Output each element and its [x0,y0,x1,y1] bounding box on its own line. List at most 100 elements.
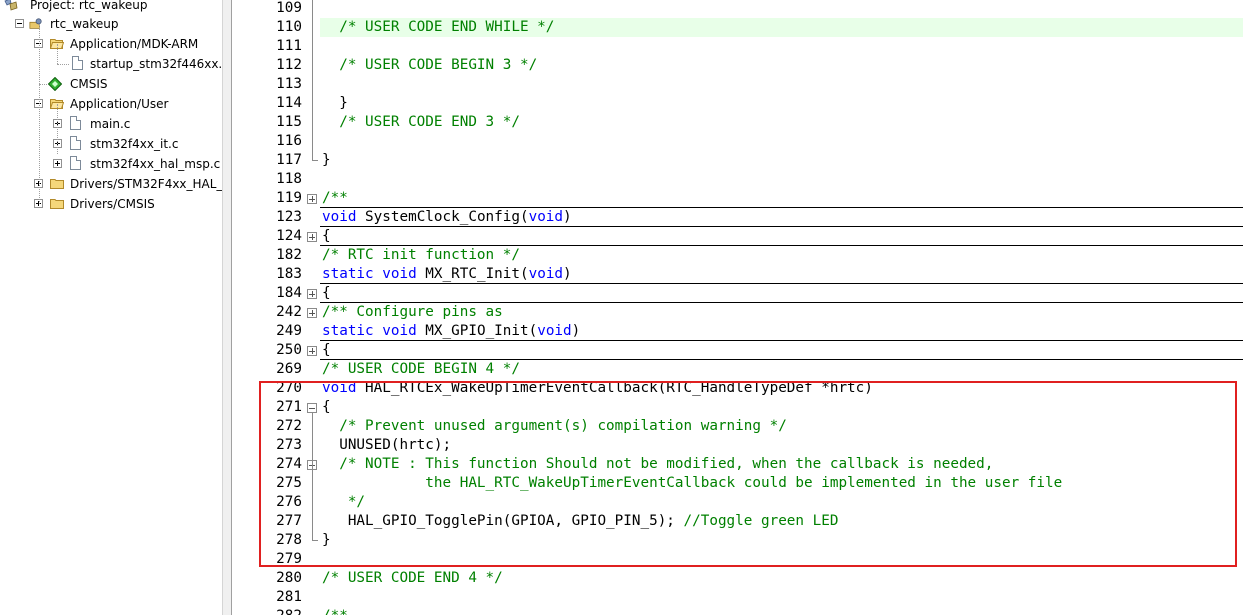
fold-collapse-icon[interactable] [307,403,317,413]
line-number: 282 [232,607,302,615]
expand-icon[interactable] [53,159,62,168]
tree-group-mdk-arm[interactable]: Application/MDK-ARM [0,34,220,54]
code-line[interactable]: 273 UNUSED(hrtc); [232,436,1243,455]
tree-target-label: rtc_wakeup [50,17,119,31]
code-line[interactable]: 274 /* NOTE : This function Should not b… [232,455,1243,474]
line-number: 123 [276,209,302,225]
tree-file-main[interactable]: main.c [0,114,220,134]
code-line[interactable]: 282 /** [232,607,1243,615]
fold-end-tick [312,160,318,161]
code-line[interactable]: 242 /** Configure pins as [232,303,1243,322]
code-line[interactable]: 119 /** [232,189,1243,208]
code-line[interactable]: 123 void SystemClock_Config(void) [232,208,1243,227]
line-number: 271 [276,399,302,415]
code-line[interactable]: 280 /* USER CODE END 4 */ [232,569,1243,588]
file-icon [70,156,81,170]
tree-root[interactable]: Project: rtc_wakeup [4,0,219,15]
line-number: 273 [276,437,302,453]
code-text: } [322,152,331,168]
tree-group-drivers-cmsis[interactable]: Drivers/CMSIS [0,194,220,214]
line-number: 116 [276,133,302,149]
code-line[interactable]: 272 /* Prevent unused argument(s) compil… [232,417,1243,436]
code-line[interactable]: 109 [232,0,1243,18]
code-line[interactable]: 183 static void MX_RTC_Init(void) [232,265,1243,284]
line-number: 183 [276,266,302,282]
code-line[interactable]: 270 void HAL_RTCEx_WakeUpTimerEventCallba… [232,379,1243,398]
code-line[interactable]: 275 the HAL_RTC_WakeUpTimerEventCallback… [232,474,1243,493]
code-text: /* USER CODE END 3 */ [322,114,520,130]
code-line[interactable]: 113 [232,75,1243,94]
line-number: 274 [276,456,302,472]
fold-expand-icon[interactable] [307,308,317,318]
code-line[interactable]: 182 /* RTC init function */ [232,246,1243,265]
code-line[interactable]: 279 [232,550,1243,569]
tree-file-msp[interactable]: stm32f4xx_hal_msp.c [0,154,220,174]
code-line[interactable]: 250 { [232,341,1243,360]
code-line[interactable]: 281 [232,588,1243,607]
panel-splitter[interactable] [222,0,232,615]
code-line[interactable]: 116 [232,132,1243,151]
line-number: 278 [276,532,302,548]
code-text: /* Prevent unused argument(s) compilatio… [322,418,787,434]
code-text: /* USER CODE END WHILE */ [322,19,555,35]
project-panel: Project: rtc_wakeup rtc_wakeup Applicati… [0,0,223,615]
code-text: /* USER CODE BEGIN 4 */ [322,361,520,377]
code-editor[interactable]: 109 110 /* USER CODE END WHILE */111 112 /… [232,0,1243,615]
code-line[interactable]: 278} [232,531,1243,550]
tree-group-label: Drivers/CMSIS [70,197,155,211]
code-text: /* USER CODE BEGIN 3 */ [322,57,538,73]
code-line[interactable]: 114 } [232,94,1243,113]
tree-file-it[interactable]: stm32f4xx_it.c [0,134,220,154]
line-number: 280 [276,570,302,586]
line-number: 272 [276,418,302,434]
file-icon [72,56,83,70]
tree-target[interactable]: rtc_wakeup [0,14,220,34]
tree-group-hal-driver[interactable]: Drivers/STM32F4xx_HAL_Driver [0,174,222,194]
tree-file-startup[interactable]: startup_stm32f446xx.s [0,54,223,74]
code-line[interactable]: 184 { [232,284,1243,303]
code-text: /* RTC init function */ [322,247,520,263]
tree-group-cmsis[interactable]: CMSIS [0,74,220,94]
code-line[interactable]: 110 /* USER CODE END WHILE */ [232,18,1243,37]
tree-group-application-user[interactable]: Application/User [0,94,220,114]
fold-expand-icon[interactable] [307,232,317,242]
code-text: } [322,95,348,111]
code-text: static void MX_RTC_Init(void) [322,266,572,282]
project-icon [4,0,18,11]
line-number: 110 [276,19,302,35]
code-line[interactable]: 124 { [232,227,1243,246]
code-text: /* NOTE : This function Should not be mo… [322,456,994,472]
code-line[interactable]: 118 [232,170,1243,189]
line-number: 270 [276,380,302,396]
fold-expand-icon[interactable] [307,289,317,299]
code-line[interactable]: 112 /* USER CODE BEGIN 3 */ [232,56,1243,75]
code-text: /* USER CODE END 4 */ [322,570,503,586]
line-number: 124 [276,228,302,244]
fold-expand-icon[interactable] [307,194,317,204]
code-text: { [322,228,331,244]
collapse-icon[interactable] [15,19,24,28]
line-number: 250 [276,342,302,358]
line-number: 281 [276,589,302,605]
code-line[interactable]: 117} [232,151,1243,170]
tree-file-label: startup_stm32f446xx.s [90,57,223,71]
line-number: 276 [276,494,302,510]
line-number: 111 [276,38,302,54]
code-line[interactable]: 249 static void MX_GPIO_Init(void) [232,322,1243,341]
code-text: static void MX_GPIO_Init(void) [322,323,581,339]
fold-expand-icon[interactable] [307,346,317,356]
code-line[interactable]: 269 /* USER CODE BEGIN 4 */ [232,360,1243,379]
tree-file-label: main.c [90,117,131,131]
code-line[interactable]: 277 HAL_GPIO_TogglePin(GPIOA, GPIO_PIN_5… [232,512,1243,531]
line-number: 109 [276,0,302,16]
code-text: /** Configure pins as [322,304,503,320]
target-icon [29,18,42,29]
fold-guide-line [312,0,313,160]
code-text: /** [322,190,348,206]
code-line[interactable]: 111 [232,37,1243,56]
code-line[interactable]: 271 { [232,398,1243,417]
line-number: 182 [276,247,302,263]
code-text: void SystemClock_Config(void) [322,209,572,225]
code-line[interactable]: 276 */ [232,493,1243,512]
code-line[interactable]: 115 /* USER CODE END 3 */ [232,113,1243,132]
